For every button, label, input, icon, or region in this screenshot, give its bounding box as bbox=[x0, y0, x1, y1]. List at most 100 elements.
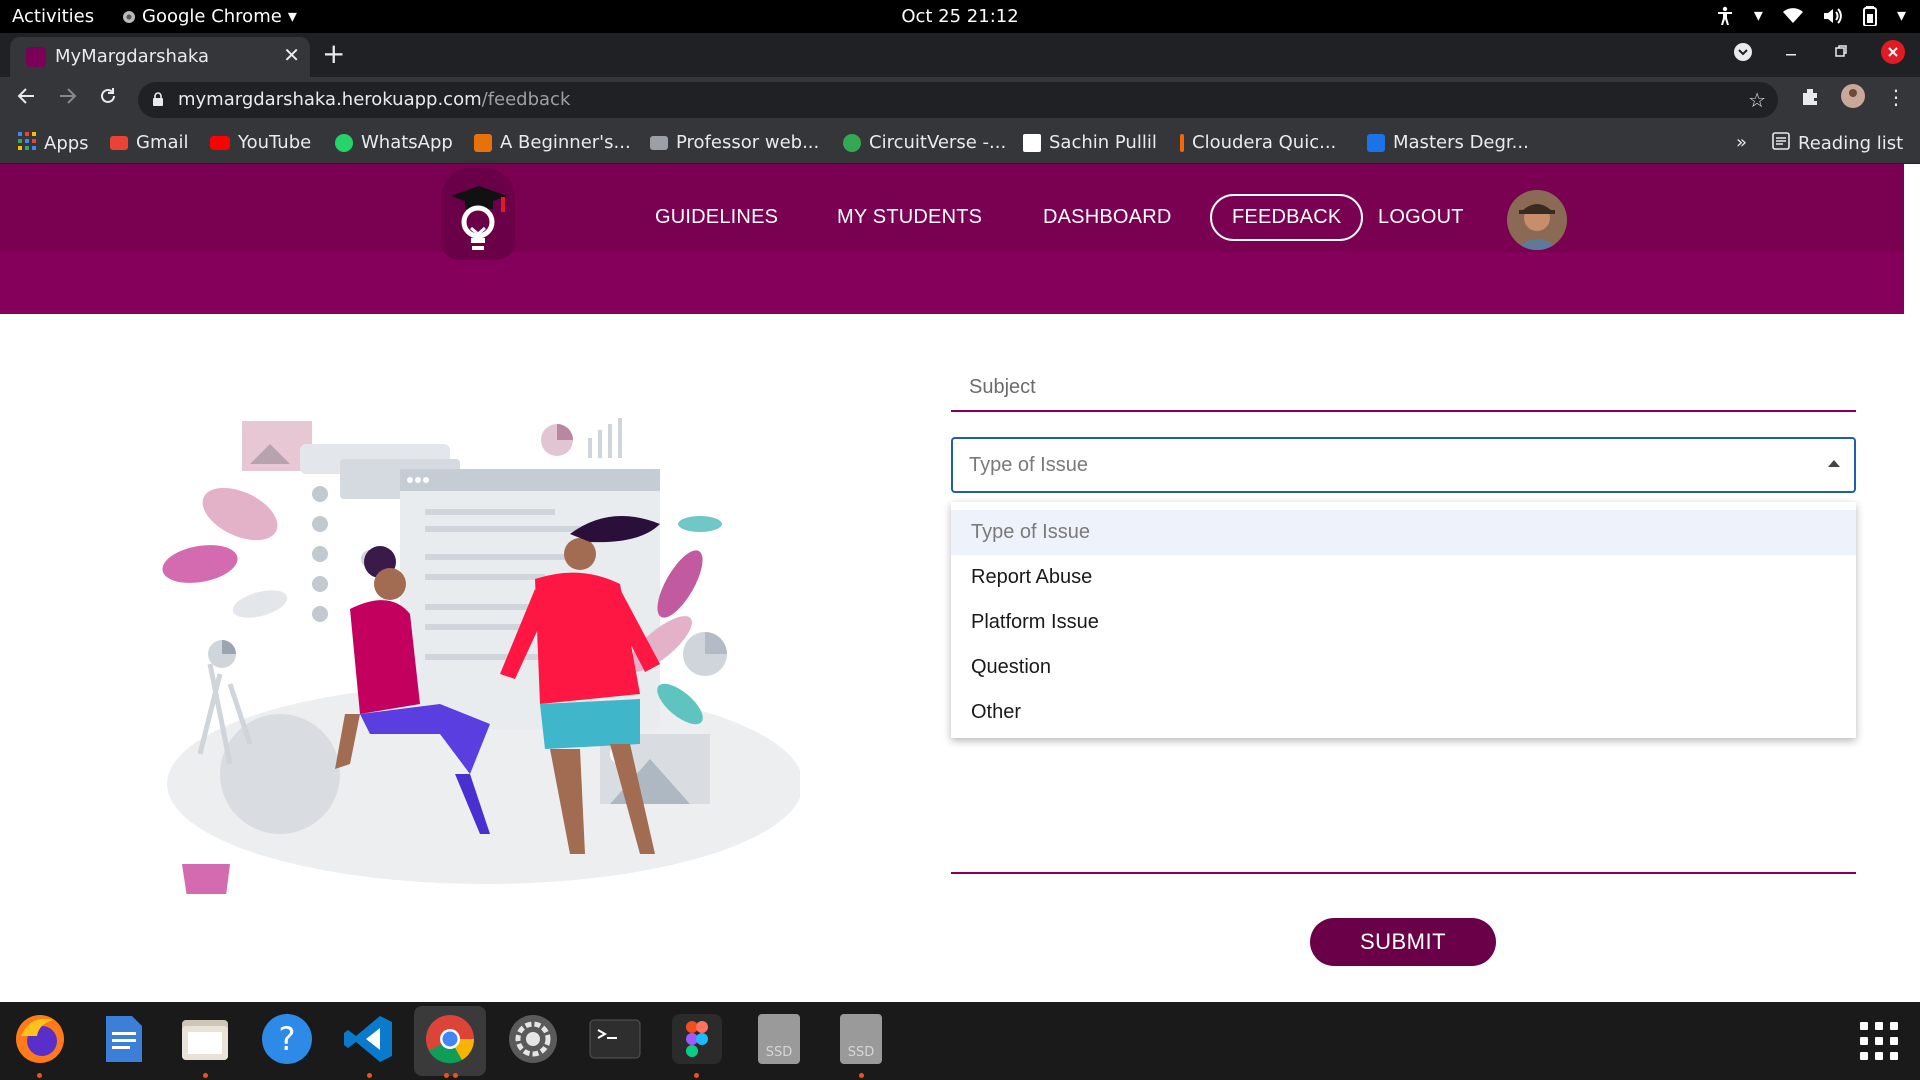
nav-feedback[interactable]: FEEDBACK bbox=[1210, 194, 1364, 241]
figma-icon[interactable] bbox=[670, 1012, 724, 1066]
minimize-icon[interactable] bbox=[1784, 43, 1798, 62]
running-indicator bbox=[37, 1073, 42, 1078]
chevron-down-icon: ▾ bbox=[287, 6, 297, 27]
bookmark-whatsapp[interactable]: WhatsApp bbox=[335, 132, 453, 153]
bookmark-gmail[interactable]: Gmail bbox=[110, 132, 189, 153]
ssd-drive-icon[interactable]: SSD bbox=[834, 1012, 888, 1066]
option-report-abuse[interactable]: Report Abuse bbox=[951, 555, 1856, 600]
help-icon[interactable]: ? bbox=[260, 1012, 314, 1066]
youtube-icon bbox=[210, 135, 230, 150]
dock: ? SSD SSD bbox=[0, 1002, 1920, 1080]
close-tab-icon[interactable]: ✕ bbox=[283, 43, 300, 67]
files-icon[interactable] bbox=[178, 1012, 232, 1066]
bookmark-label: YouTube bbox=[238, 132, 312, 153]
browser-tab[interactable]: MyMargdarshaka ✕ bbox=[10, 37, 310, 77]
submit-button[interactable]: SUBMIT bbox=[1310, 918, 1496, 966]
nav-logout[interactable]: LOGOUT bbox=[1378, 206, 1464, 229]
whatsapp-icon bbox=[335, 133, 353, 152]
issue-type-dropdown: Type of Issue Report Abuse Platform Issu… bbox=[951, 502, 1856, 738]
bookmark-label: Masters Degr... bbox=[1393, 132, 1529, 153]
page-scrollbar[interactable] bbox=[1904, 164, 1920, 1002]
wifi-icon bbox=[1782, 7, 1803, 24]
bookmark-youtube[interactable]: YouTube bbox=[210, 132, 311, 153]
nav-my-students[interactable]: MY STUDENTS bbox=[837, 206, 982, 229]
lock-icon[interactable] bbox=[152, 91, 164, 112]
shield-icon bbox=[1367, 133, 1385, 152]
description-textarea[interactable] bbox=[951, 872, 1856, 874]
apps-grid-icon bbox=[18, 132, 36, 155]
reading-list-icon bbox=[1772, 132, 1790, 155]
back-button[interactable] bbox=[16, 86, 36, 112]
close-window-icon[interactable] bbox=[1881, 40, 1905, 68]
bookmark-beginners[interactable]: A Beginner's... bbox=[474, 132, 631, 153]
option-question[interactable]: Question bbox=[951, 645, 1856, 690]
user-avatar[interactable] bbox=[1507, 190, 1567, 250]
extensions-icon[interactable] bbox=[1800, 85, 1822, 112]
logo[interactable] bbox=[441, 168, 515, 260]
forward-button[interactable] bbox=[58, 86, 78, 112]
site-favicon-icon bbox=[26, 47, 46, 67]
running-indicator bbox=[859, 1073, 864, 1078]
running-indicator bbox=[203, 1073, 208, 1078]
url-text: mymargdarshaka.herokuapp.com/feedback bbox=[178, 89, 571, 110]
option-other[interactable]: Other bbox=[951, 690, 1856, 735]
gmail-icon bbox=[110, 135, 128, 150]
battery-icon bbox=[1862, 5, 1877, 26]
bookmark-apps[interactable]: Apps bbox=[18, 132, 89, 155]
chrome-small-icon bbox=[122, 10, 136, 24]
running-indicator bbox=[444, 1073, 449, 1078]
activities-button[interactable]: Activities bbox=[12, 6, 94, 27]
clock[interactable]: Oct 25 21:12 bbox=[901, 6, 1018, 27]
bookmark-label: Cloudera Quic... bbox=[1192, 132, 1337, 153]
select-value: Type of Issue bbox=[969, 454, 1088, 476]
chrome-icon[interactable] bbox=[423, 1012, 477, 1066]
web-page: GUIDELINES MY STUDENTS DASHBOARD FEEDBAC… bbox=[0, 164, 1920, 1002]
subject-input[interactable]: Subject bbox=[951, 364, 1856, 412]
bookmark-star-icon[interactable]: ☆ bbox=[1748, 88, 1766, 112]
bookmarks-bar: Apps Gmail YouTube WhatsApp A Beginner's… bbox=[0, 123, 1920, 164]
bookmark-label: CircuitVerse -... bbox=[869, 132, 1007, 153]
issue-type-select[interactable]: Type of Issue bbox=[951, 437, 1856, 493]
bookmark-label: WhatsApp bbox=[361, 132, 453, 153]
more-bookmarks-button[interactable]: » bbox=[1736, 132, 1747, 153]
accessibility-icon[interactable] bbox=[1716, 6, 1734, 26]
bookmark-circuitverse[interactable]: CircuitVerse -... bbox=[843, 132, 1006, 153]
browser-toolbar: mymargdarshaka.herokuapp.com/feedback ☆ … bbox=[0, 77, 1920, 123]
firefox-icon[interactable] bbox=[13, 1012, 67, 1066]
bookmark-professor[interactable]: Professor web... bbox=[650, 132, 819, 153]
reading-list-label: Reading list bbox=[1798, 133, 1904, 154]
terminal-icon[interactable] bbox=[588, 1012, 642, 1066]
settings-icon[interactable] bbox=[506, 1012, 560, 1066]
show-apps-icon[interactable] bbox=[1860, 1022, 1898, 1060]
profile-avatar[interactable] bbox=[1840, 83, 1866, 114]
ssd-drive-icon[interactable]: SSD bbox=[752, 1012, 806, 1066]
vscode-icon[interactable] bbox=[342, 1012, 396, 1066]
cloudera-icon bbox=[1180, 133, 1184, 152]
text-editor-icon[interactable] bbox=[96, 1012, 150, 1066]
app-menu[interactable]: Google Chrome ▾ bbox=[122, 6, 297, 27]
nav-dashboard[interactable]: DASHBOARD bbox=[1043, 206, 1172, 229]
ssd-label: SSD bbox=[766, 1045, 793, 1060]
system-top-bar: Activities Google Chrome ▾ Oct 25 21:12 … bbox=[0, 0, 1920, 33]
app-menu-label: Google Chrome bbox=[142, 6, 282, 27]
feedback-illustration bbox=[140, 414, 803, 904]
browser-menu-icon[interactable]: ⋮ bbox=[1886, 85, 1906, 109]
address-bar[interactable]: mymargdarshaka.herokuapp.com/feedback ☆ bbox=[138, 82, 1778, 118]
subject-placeholder: Subject bbox=[969, 376, 1036, 398]
bookmark-masters[interactable]: Masters Degr... bbox=[1367, 132, 1529, 153]
restore-icon[interactable] bbox=[1834, 43, 1848, 62]
bookmark-cloudera[interactable]: Cloudera Quic... bbox=[1180, 132, 1336, 153]
option-type-of-issue[interactable]: Type of Issue bbox=[951, 510, 1856, 555]
site-icon bbox=[474, 133, 492, 152]
reading-list-button[interactable]: Reading list bbox=[1772, 132, 1903, 155]
tab-strip: MyMargdarshaka ✕ + bbox=[0, 33, 1920, 77]
reload-button[interactable] bbox=[98, 86, 118, 112]
option-platform-issue[interactable]: Platform Issue bbox=[951, 600, 1856, 645]
system-tray[interactable]: ▾ ▾ bbox=[1716, 5, 1906, 26]
tab-search-icon[interactable] bbox=[1732, 41, 1754, 67]
tab-title: MyMargdarshaka bbox=[55, 46, 210, 67]
new-tab-button[interactable]: + bbox=[322, 37, 345, 70]
running-indicator bbox=[453, 1073, 458, 1078]
nav-guidelines[interactable]: GUIDELINES bbox=[655, 206, 778, 229]
bookmark-sachin[interactable]: Sachin Pullil bbox=[1023, 132, 1157, 153]
